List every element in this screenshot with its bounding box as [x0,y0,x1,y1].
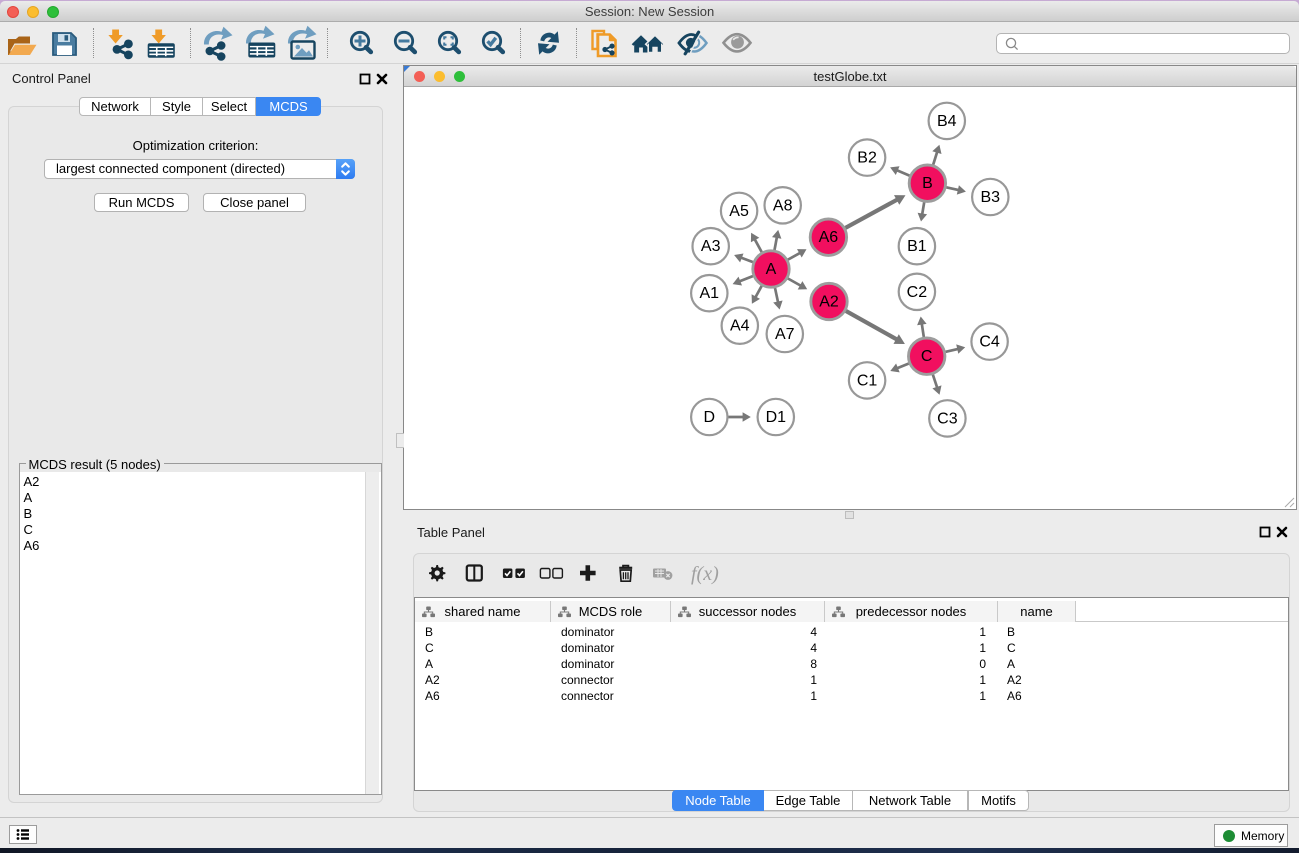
svg-text:A5: A5 [729,203,749,220]
svg-text:C3: C3 [937,410,958,427]
svg-text:C2: C2 [907,284,928,301]
svg-text:A4: A4 [730,318,750,335]
svg-text:f(x): f(x) [691,563,719,585]
svg-text:A: A [766,261,777,278]
svg-text:A7: A7 [775,326,795,343]
svg-text:A1: A1 [700,285,720,302]
svg-text:A8: A8 [773,197,793,214]
svg-text:B: B [922,175,933,192]
svg-text:C4: C4 [979,334,1000,351]
svg-text:A6: A6 [819,229,839,246]
svg-text:A3: A3 [701,238,721,255]
svg-text:C1: C1 [857,372,878,389]
svg-text:D1: D1 [766,409,787,426]
svg-text:B3: B3 [981,189,1001,206]
svg-text:A2: A2 [819,294,839,311]
svg-text:B4: B4 [937,113,957,130]
svg-text:B2: B2 [857,150,877,167]
svg-text:B1: B1 [907,238,927,255]
svg-text:D: D [704,409,716,426]
svg-text:C: C [921,348,933,365]
